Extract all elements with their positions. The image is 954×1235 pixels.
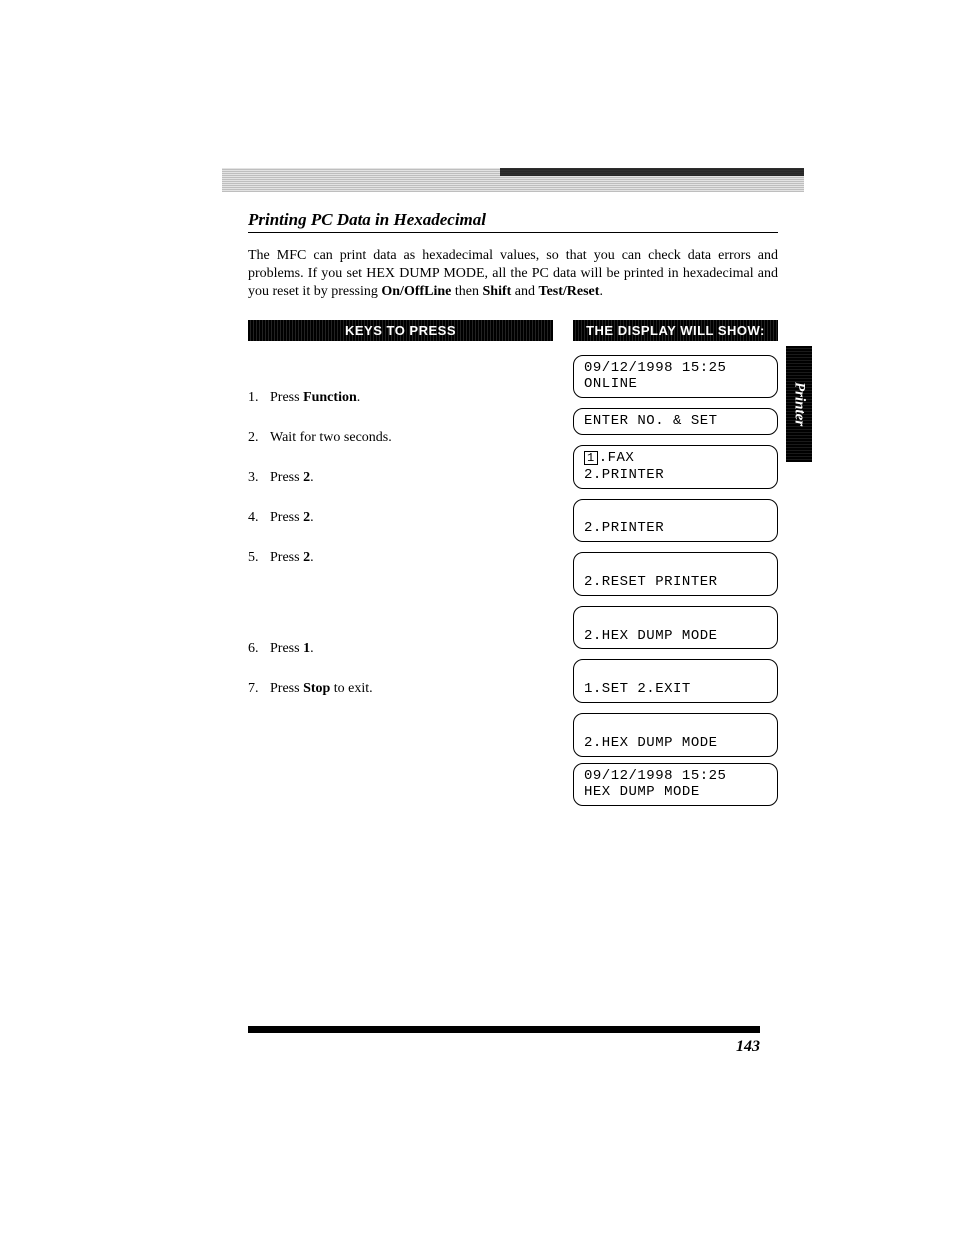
side-tab-printer: Printer (786, 346, 812, 462)
step-post: to exit. (330, 681, 372, 696)
lcd-line: 2.HEX DUMP MODE (584, 628, 718, 644)
footer-rule (248, 1026, 760, 1033)
step-pre: Press (270, 470, 303, 485)
lcd-display: 09/12/1998 15:25 HEX DUMP MODE (573, 763, 778, 807)
step-text: Press Stop to exit. (270, 680, 373, 698)
step-number: 6. (248, 640, 270, 658)
step-text: Wait for two seconds. (270, 429, 392, 447)
step-post: . (310, 641, 314, 656)
step-pre: Press (270, 550, 303, 565)
step-row: 4. Press 2. (248, 509, 553, 527)
step-row: 6. Press 1. (248, 640, 553, 658)
intro-bold-1: On/OffLine (381, 284, 451, 299)
step-number: 2. (248, 429, 270, 447)
step-bold: 2 (303, 550, 310, 565)
intro-text-2: then (451, 284, 482, 299)
lcd-line: 2.HEX DUMP MODE (584, 735, 718, 751)
lcd-line: 2.PRINTER (584, 467, 664, 483)
lcd-display: 09/12/1998 15:25 ONLINE (573, 355, 778, 399)
step-text: Press 2. (270, 549, 314, 567)
lcd-line: .FAX (599, 450, 635, 466)
intro-bold-3: Test/Reset (539, 284, 600, 299)
lcd-display: ENTER NO. & SET (573, 408, 778, 435)
step-number: 1. (248, 389, 270, 407)
keys-header: KEYS TO PRESS (248, 320, 553, 341)
keys-column: KEYS TO PRESS 1. Press Function. 2. Wait… (248, 320, 553, 817)
lcd-line: ONLINE (584, 376, 637, 392)
intro-bold-2: Shift (483, 284, 512, 299)
step-pre: Press (270, 390, 303, 405)
step-row: 7. Press Stop to exit. (248, 680, 553, 698)
step-text: Press Function. (270, 389, 360, 407)
step-number: 7. (248, 680, 270, 698)
step-pre: Press (270, 681, 303, 696)
step-post: . (310, 550, 314, 565)
display-header: THE DISPLAY WILL SHOW: (573, 320, 778, 341)
step-row: 2. Wait for two seconds. (248, 429, 553, 447)
lcd-display: 1.FAX 2.PRINTER (573, 445, 778, 489)
step-text: Press 1. (270, 640, 314, 658)
lcd-boxed-digit: 1 (584, 451, 598, 465)
lcd-display: 2.HEX DUMP MODE (573, 606, 778, 650)
scan-artifact-dark (500, 168, 804, 176)
lcd-display: 2.RESET PRINTER (573, 552, 778, 596)
lcd-display: 1.SET 2.EXIT (573, 659, 778, 703)
lcd-line: 2.PRINTER (584, 520, 664, 536)
step-pre: Wait for two seconds. (270, 430, 392, 445)
step-bold: Stop (303, 681, 330, 696)
step-text: Press 2. (270, 469, 314, 487)
step-number: 3. (248, 469, 270, 487)
intro-text-3: and (511, 284, 538, 299)
lcd-line: HEX DUMP MODE (584, 784, 700, 800)
step-bold: 2 (303, 470, 310, 485)
section-title: Printing PC Data in Hexadecimal (248, 210, 778, 233)
step-bold: 2 (303, 510, 310, 525)
steps-list: 1. Press Function. 2. Wait for two secon… (248, 389, 553, 698)
step-post: . (310, 470, 314, 485)
step-number: 5. (248, 549, 270, 567)
step-bold: Function (303, 390, 357, 405)
step-post: . (357, 390, 361, 405)
intro-text-4: . (599, 284, 603, 299)
lcd-display: 2.HEX DUMP MODE (573, 713, 778, 757)
step-number: 4. (248, 509, 270, 527)
lcd-display: 2.PRINTER (573, 499, 778, 543)
lcd-line: 09/12/1998 15:25 (584, 768, 726, 784)
two-column-layout: KEYS TO PRESS 1. Press Function. 2. Wait… (248, 320, 778, 817)
lcd-line: 09/12/1998 15:25 (584, 360, 726, 376)
step-text: Press 2. (270, 509, 314, 527)
step-pre: Press (270, 641, 303, 656)
manual-page: Printing PC Data in Hexadecimal The MFC … (0, 0, 954, 1235)
step-pre: Press (270, 510, 303, 525)
step-row: 1. Press Function. (248, 389, 553, 407)
step-post: . (310, 510, 314, 525)
lcd-line: 1.SET 2.EXIT (584, 681, 691, 697)
lcd-line: ENTER NO. & SET (584, 413, 718, 429)
step-row: 5. Press 2. (248, 549, 553, 567)
step-bold: 1 (303, 641, 310, 656)
display-column: THE DISPLAY WILL SHOW: 09/12/1998 15:25 … (573, 320, 778, 817)
content-area: Printing PC Data in Hexadecimal The MFC … (248, 210, 778, 816)
intro-paragraph: The MFC can print data as hexadecimal va… (248, 247, 778, 302)
page-number: 143 (736, 1038, 760, 1056)
step-row: 3. Press 2. (248, 469, 553, 487)
lcd-line: 2.RESET PRINTER (584, 574, 718, 590)
